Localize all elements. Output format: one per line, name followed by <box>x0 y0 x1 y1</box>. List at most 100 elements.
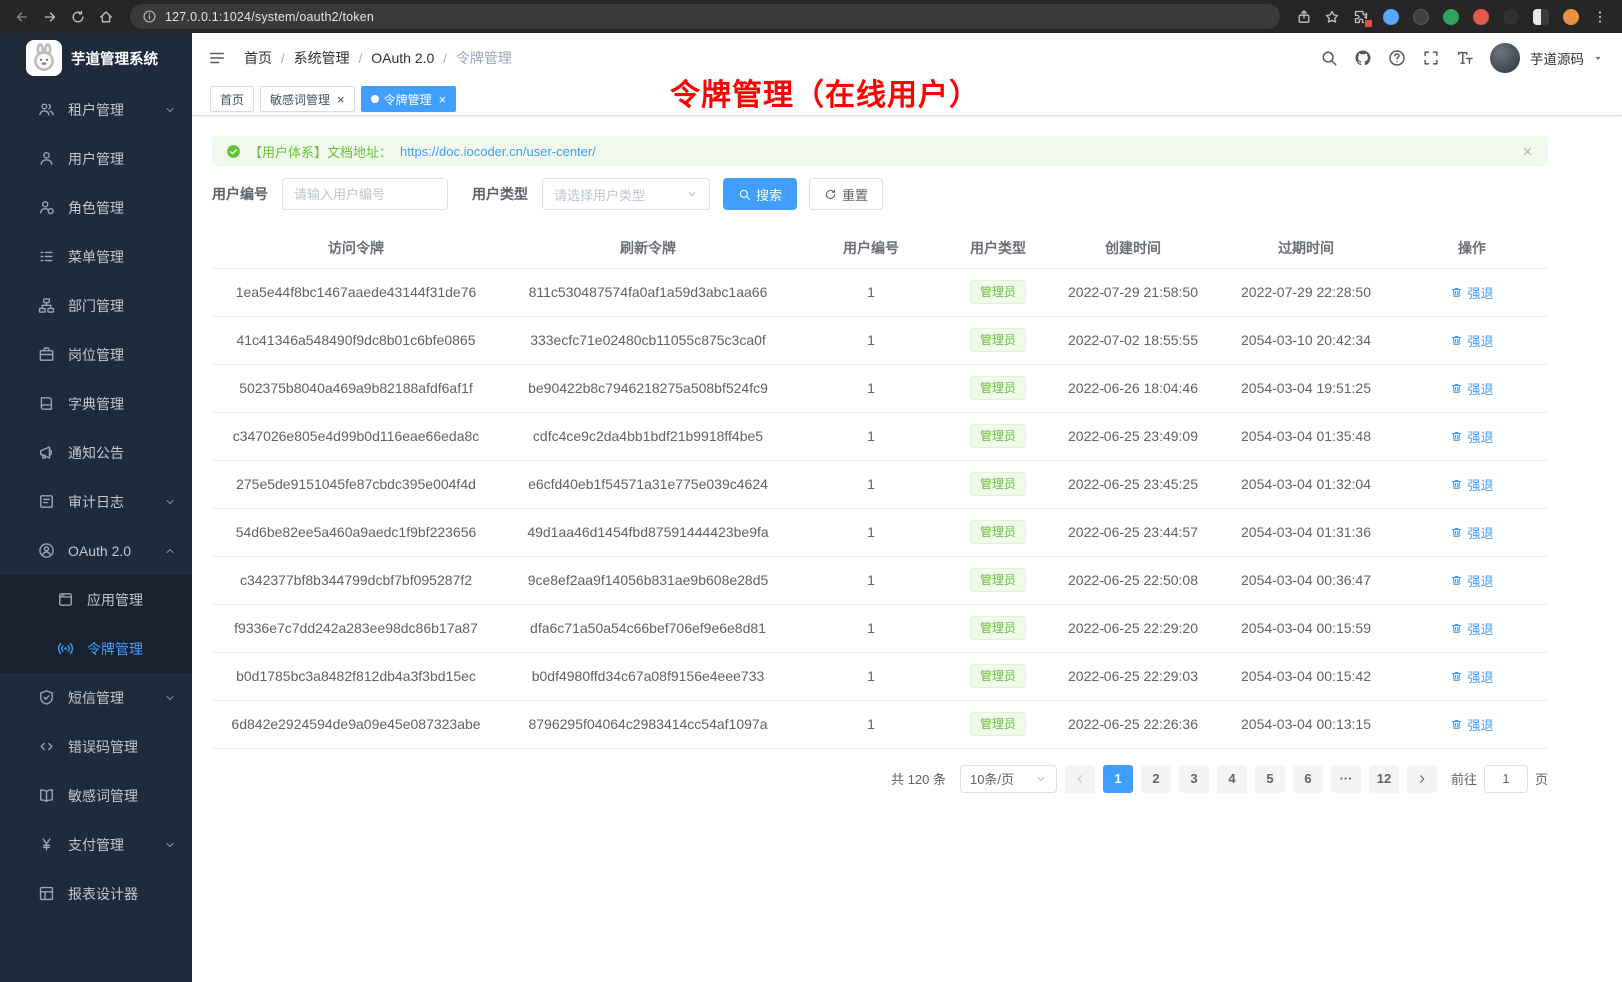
address-bar[interactable]: 127.0.0.1:1024/system/oauth2/token <box>130 4 1280 29</box>
extensions-puzzle-icon[interactable] <box>1350 6 1372 28</box>
pagination-page-6[interactable]: 6 <box>1293 765 1323 793</box>
page-size-select[interactable]: 10条/页 <box>960 765 1057 793</box>
sidebar-item-user[interactable]: 用户管理 <box>0 134 192 183</box>
reload-icon[interactable] <box>66 5 90 29</box>
sidebar-item-menu[interactable]: 菜单管理 <box>0 232 192 281</box>
pagination-page-5[interactable]: 5 <box>1255 765 1285 793</box>
sidebar-item-dict[interactable]: 字典管理 <box>0 379 192 428</box>
page-jump-input[interactable] <box>1484 765 1528 793</box>
pagination-page-2[interactable]: 2 <box>1141 765 1171 793</box>
extension-icon[interactable] <box>1413 9 1429 25</box>
pagination-next-button[interactable] <box>1407 765 1437 793</box>
force-logout-button[interactable]: 强退 <box>1450 379 1493 398</box>
fullscreen-icon[interactable] <box>1422 49 1440 67</box>
extension-icon[interactable] <box>1473 9 1489 25</box>
sidebar-item-notice[interactable]: 通知公告 <box>0 428 192 477</box>
tab-home[interactable]: 首页 <box>210 86 254 112</box>
trash-icon <box>1450 574 1463 587</box>
cell-refresh-token: cdfc4ce9c2da4bb1bdf21b9918ff4be5 <box>500 412 796 460</box>
sidebar-toggle-icon[interactable] <box>208 49 226 67</box>
forward-icon[interactable] <box>38 5 62 29</box>
user-icon <box>38 150 55 167</box>
sidebar-item-dept[interactable]: 部门管理 <box>0 281 192 330</box>
pagination-page-3[interactable]: 3 <box>1179 765 1209 793</box>
cell-create-time: 2022-06-25 22:29:03 <box>1050 652 1216 700</box>
force-logout-button[interactable]: 强退 <box>1450 571 1493 590</box>
font-size-icon[interactable] <box>1456 49 1474 67</box>
pagination-prev-button[interactable] <box>1065 765 1095 793</box>
force-logout-button[interactable]: 强退 <box>1450 619 1493 638</box>
sidebar-item-sms[interactable]: 短信管理 <box>0 673 192 722</box>
sidebar-item-oauth2-token[interactable]: 令牌管理 <box>0 624 192 673</box>
pagination-page-1[interactable]: 1 <box>1103 765 1133 793</box>
pagination-page-12[interactable]: 12 <box>1369 765 1399 793</box>
cell-actions: 强退 <box>1396 412 1548 460</box>
sidebar-item-label: 短信管理 <box>68 688 164 708</box>
force-logout-label: 强退 <box>1467 667 1493 686</box>
sidebar-item-oauth2-application[interactable]: 应用管理 <box>0 575 192 624</box>
tab-oauth2-token[interactable]: 令牌管理× <box>361 86 457 112</box>
site-info-icon[interactable] <box>142 9 157 24</box>
cell-expire-time: 2054-03-04 01:35:48 <box>1216 412 1396 460</box>
github-icon[interactable] <box>1354 49 1372 67</box>
user-id-input[interactable] <box>282 178 448 210</box>
tab-close-icon[interactable]: × <box>337 93 345 106</box>
sms-icon <box>38 689 55 706</box>
extension-icon[interactable] <box>1533 9 1549 25</box>
sidebar-item-pay[interactable]: 支付管理 <box>0 820 192 869</box>
sidebar-item-tenant[interactable]: 租户管理 <box>0 85 192 134</box>
sidebar-item-post[interactable]: 岗位管理 <box>0 330 192 379</box>
user-avatar[interactable] <box>1490 43 1520 73</box>
bookmark-star-icon[interactable] <box>1320 5 1344 29</box>
reset-button[interactable]: 重置 <box>809 178 883 210</box>
table-row: c342377bf8b344799dcbf7bf095287f29ce8ef2a… <box>212 556 1548 604</box>
sidebar-item-label: 岗位管理 <box>68 345 176 365</box>
breadcrumb-item[interactable]: 首页 <box>244 48 272 68</box>
breadcrumb-item[interactable]: 令牌管理 <box>456 48 512 68</box>
force-logout-button[interactable]: 强退 <box>1450 523 1493 542</box>
alert-close-icon[interactable] <box>1521 145 1534 158</box>
extension-icon[interactable] <box>1503 9 1519 25</box>
browser-menu-icon[interactable] <box>1588 5 1612 29</box>
oauth2-icon <box>38 542 55 559</box>
sidebar-item-oauth2[interactable]: OAuth 2.0 <box>0 526 192 575</box>
tab-close-icon[interactable]: × <box>439 93 447 106</box>
user-type-badge: 管理员 <box>970 472 1026 496</box>
breadcrumb-item[interactable]: OAuth 2.0 <box>371 50 434 66</box>
profile-avatar-icon[interactable] <box>1563 9 1579 25</box>
force-logout-button[interactable]: 强退 <box>1450 331 1493 350</box>
trash-icon <box>1450 334 1463 347</box>
back-icon[interactable] <box>10 5 34 29</box>
force-logout-button[interactable]: 强退 <box>1450 667 1493 686</box>
sidebar-item-role[interactable]: 角色管理 <box>0 183 192 232</box>
force-logout-button[interactable]: 强退 <box>1450 475 1493 494</box>
force-logout-button[interactable]: 强退 <box>1450 427 1493 446</box>
search-button-label: 搜索 <box>756 185 782 204</box>
extension-icon[interactable] <box>1443 9 1459 25</box>
sidebar-item-audit-log[interactable]: 审计日志 <box>0 477 192 526</box>
search-button[interactable]: 搜索 <box>723 178 797 210</box>
app-logo[interactable]: 芋道管理系统 <box>0 33 192 83</box>
help-icon[interactable] <box>1388 49 1406 67</box>
extension-icon[interactable] <box>1383 9 1399 25</box>
table-row: f9336e7c7dd242a283ee98dc86b17a87dfa6c71a… <box>212 604 1548 652</box>
share-icon[interactable] <box>1292 5 1316 29</box>
home-icon[interactable] <box>94 5 118 29</box>
tab-sensitive-word[interactable]: 敏感词管理× <box>260 86 355 112</box>
doc-link[interactable]: https://doc.iocoder.cn/user-center/ <box>400 144 596 159</box>
force-logout-button[interactable]: 强退 <box>1450 715 1493 734</box>
breadcrumb-item[interactable]: 系统管理 <box>294 48 350 68</box>
user-type-select[interactable]: 请选择用户类型 <box>542 178 710 210</box>
pagination-page-4[interactable]: 4 <box>1217 765 1247 793</box>
pagination-ellipsis[interactable]: ··· <box>1331 765 1361 793</box>
cell-create-time: 2022-06-25 23:45:25 <box>1050 460 1216 508</box>
user-name[interactable]: 芋道源码 <box>1530 48 1584 68</box>
sidebar-item-report-designer[interactable]: 报表设计器 <box>0 869 192 918</box>
sidebar-item-error-code[interactable]: 错误码管理 <box>0 722 192 771</box>
column-header: 过期时间 <box>1216 228 1396 268</box>
force-logout-button[interactable]: 强退 <box>1450 283 1493 302</box>
caret-down-icon[interactable] <box>1592 52 1604 64</box>
sidebar-item-sensitive-word[interactable]: 敏感词管理 <box>0 771 192 820</box>
select-placeholder: 请选择用户类型 <box>554 185 645 204</box>
search-icon[interactable] <box>1320 49 1338 67</box>
